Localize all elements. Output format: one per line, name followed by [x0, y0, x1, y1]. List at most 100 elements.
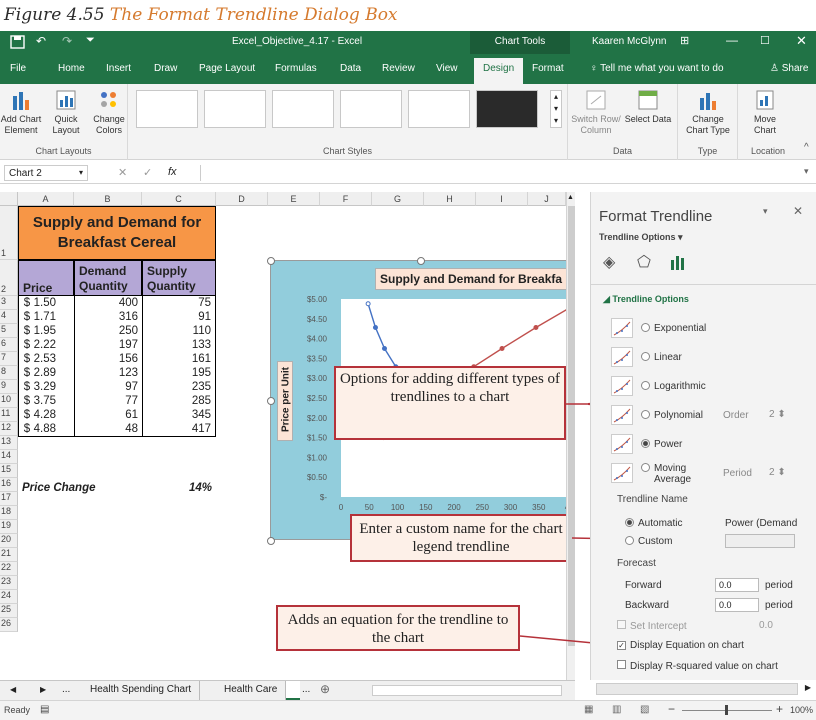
zoom-slider[interactable]	[682, 705, 772, 715]
column-header[interactable]: J	[528, 192, 566, 206]
sheet-tab-more[interactable]: ...	[62, 684, 70, 695]
trendline-type-radio[interactable]	[641, 381, 650, 390]
row-header[interactable]: 13	[0, 436, 18, 450]
select-all-corner[interactable]	[0, 192, 18, 206]
tab-insert[interactable]: Insert	[106, 63, 131, 74]
automatic-option[interactable]: Automatic	[625, 518, 682, 529]
horizontal-scrollbar[interactable]	[372, 685, 562, 696]
page-break-view-icon[interactable]: ▧	[640, 704, 649, 715]
column-header[interactable]: A	[18, 192, 74, 206]
chart-style-1[interactable]	[136, 90, 198, 128]
chart-style-5[interactable]	[408, 90, 470, 128]
tab-page-layout[interactable]: Page Layout	[199, 63, 255, 74]
trendline-type-option[interactable]: Logarithmic	[641, 381, 706, 392]
period-spinner[interactable]: 2 ⬍	[769, 467, 795, 478]
display-r2-option[interactable]: Display R-squared value on chart	[617, 660, 778, 672]
trendline-type-option[interactable]: Moving Average	[641, 463, 704, 485]
row-header[interactable]: 22	[0, 562, 18, 576]
trendline-options-dropdown[interactable]: Trendline Options ▾	[599, 232, 683, 243]
section-trendline-options[interactable]: ◢ Trendline Options	[603, 294, 689, 305]
row-header[interactable]: 15	[0, 464, 18, 478]
cancel-icon[interactable]: ✕	[118, 166, 127, 179]
order-spinner[interactable]: 2 ⬍	[769, 409, 795, 420]
name-box[interactable]: Chart 2 ▾	[4, 165, 88, 181]
expand-formula-icon[interactable]: ▾	[804, 166, 809, 177]
tab-file[interactable]: File	[10, 63, 26, 74]
trendline-type-option[interactable]: Exponential	[641, 323, 706, 334]
row-header[interactable]: 19	[0, 520, 18, 534]
zoom-out-icon[interactable]: −	[668, 702, 675, 716]
trendline-type-radio[interactable]	[641, 410, 650, 419]
trendline-type-thumbnail[interactable]	[611, 434, 633, 454]
row-header[interactable]: 10	[0, 394, 18, 408]
row-header[interactable]: 9	[0, 380, 18, 394]
customize-toolbar-icon[interactable]: ⏷	[86, 34, 95, 47]
chart-style-6[interactable]	[476, 90, 538, 128]
y-axis-title-box[interactable]: Price per Unit	[277, 361, 293, 441]
share-button[interactable]: ♙ Share	[770, 63, 808, 74]
row-header[interactable]: 20	[0, 534, 18, 548]
quick-layout-button[interactable]: Quick Layout	[46, 88, 86, 136]
column-header[interactable]: H	[424, 192, 476, 206]
set-intercept-checkbox[interactable]	[617, 620, 626, 629]
chart-style-3[interactable]	[272, 90, 334, 128]
column-header[interactable]: I	[476, 192, 528, 206]
automatic-radio[interactable]	[625, 518, 634, 527]
tell-me-search[interactable]: ♀ Tell me what you want to do	[590, 63, 724, 74]
zoom-slider-thumb[interactable]	[725, 705, 728, 715]
trendline-type-radio[interactable]	[641, 439, 650, 448]
sheet-tab-health-care[interactable]: Health Care	[216, 681, 287, 700]
sheet-tab-health-spending-chart[interactable]: Health Spending Chart	[82, 681, 201, 700]
prev-sheet-icon[interactable]: ◀	[10, 685, 16, 694]
trendline-type-option[interactable]: Polynomial	[641, 410, 703, 421]
chart-style-4[interactable]	[340, 90, 402, 128]
insert-function-icon[interactable]: fx	[168, 166, 177, 178]
undo-icon[interactable]: ↶	[36, 34, 46, 48]
tab-view[interactable]: View	[436, 63, 458, 74]
zoom-level[interactable]: 100%	[790, 705, 813, 715]
trendline-type-radio[interactable]	[641, 463, 650, 472]
row-header[interactable]: 7	[0, 352, 18, 366]
row-header[interactable]: 25	[0, 604, 18, 618]
trendline-options-icon[interactable]	[669, 254, 687, 270]
tab-data[interactable]: Data	[340, 63, 361, 74]
row-header[interactable]: 11	[0, 408, 18, 422]
redo-icon[interactable]: ↷	[62, 34, 72, 48]
row-header[interactable]: 14	[0, 450, 18, 464]
next-sheet-icon[interactable]: ▶	[40, 685, 46, 694]
change-chart-type-button[interactable]: Change Chart Type	[682, 88, 734, 136]
trendline-type-thumbnail[interactable]	[611, 463, 633, 483]
add-chart-element-button[interactable]: Add Chart Element	[0, 88, 42, 136]
change-colors-button[interactable]: Change Colors	[90, 88, 128, 136]
custom-option[interactable]: Custom	[625, 536, 672, 547]
forward-input[interactable]: 0.0	[715, 578, 759, 592]
vertical-scrollbar[interactable]: ▲	[566, 192, 575, 680]
display-r2-checkbox[interactable]	[617, 660, 626, 669]
tab-home[interactable]: Home	[58, 63, 85, 74]
ribbon-display-icon[interactable]: ⊞	[680, 34, 689, 47]
row-header[interactable]: 24	[0, 590, 18, 604]
tab-design[interactable]: Design	[474, 58, 524, 84]
sheet-tab-active[interactable]	[286, 681, 300, 700]
scroll-right-icon[interactable]: ▶	[805, 683, 811, 692]
trendline-type-thumbnail[interactable]	[611, 318, 633, 338]
column-header[interactable]: E	[268, 192, 320, 206]
row-header[interactable]: 8	[0, 366, 18, 380]
scroll-up-icon[interactable]: ▲	[567, 194, 574, 201]
trendline-type-radio[interactable]	[641, 352, 650, 361]
column-header[interactable]: F	[320, 192, 372, 206]
row-header[interactable]: 26	[0, 618, 18, 632]
row-header[interactable]: 6	[0, 338, 18, 352]
formula-input[interactable]	[200, 165, 790, 181]
display-equation-checkbox[interactable]: ✓	[617, 641, 626, 650]
save-icon[interactable]	[10, 35, 26, 49]
set-intercept-option[interactable]: Set Intercept	[617, 620, 687, 632]
pane-close-icon[interactable]: ✕	[793, 204, 803, 218]
switch-row-column-button[interactable]: Switch Row/ Column	[570, 88, 622, 136]
column-header[interactable]: C	[142, 192, 216, 206]
row-header[interactable]: 4	[0, 310, 18, 324]
row-header[interactable]: 3	[0, 296, 18, 310]
zoom-in-icon[interactable]: +	[776, 702, 783, 716]
tab-formulas[interactable]: Formulas	[275, 63, 317, 74]
scroll-thumb[interactable]	[568, 206, 575, 646]
